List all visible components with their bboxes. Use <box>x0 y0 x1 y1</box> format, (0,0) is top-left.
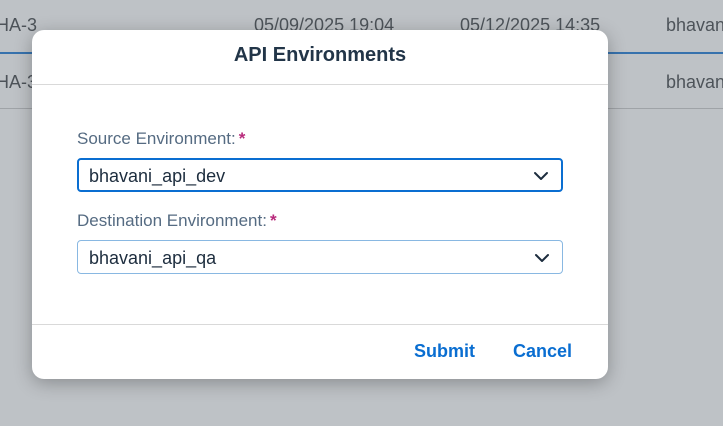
dialog-header: API Environments <box>32 30 608 85</box>
chevron-down-icon[interactable] <box>534 250 550 266</box>
required-marker: * <box>269 211 277 230</box>
destination-environment-value: bhavani_api_qa <box>89 248 217 268</box>
page: HA-3 05/09/2025 19:04 05/12/2025 14:35 b… <box>0 0 723 426</box>
dialog-title: API Environments <box>233 44 407 66</box>
cancel-button[interactable]: Cancel <box>513 341 572 362</box>
source-environment-label-text: Source Environment: <box>77 129 236 148</box>
chevron-down-icon[interactable] <box>533 168 549 184</box>
source-environment-value: bhavani_api_dev <box>89 166 226 186</box>
destination-environment-label: Destination Environment: * <box>77 211 277 231</box>
destination-environment-label-text: Destination Environment: <box>77 211 267 230</box>
source-environment-select[interactable]: bhavani_api_dev <box>77 158 563 192</box>
destination-environment-select[interactable]: bhavani_api_qa <box>77 240 563 274</box>
submit-button[interactable]: Submit <box>414 341 475 362</box>
dialog-footer: Submit Cancel <box>32 324 608 379</box>
source-environment-label: Source Environment: * <box>77 129 245 149</box>
required-marker: * <box>238 129 246 148</box>
api-environments-dialog: API Environments Source Environment: * bh… <box>32 30 608 379</box>
